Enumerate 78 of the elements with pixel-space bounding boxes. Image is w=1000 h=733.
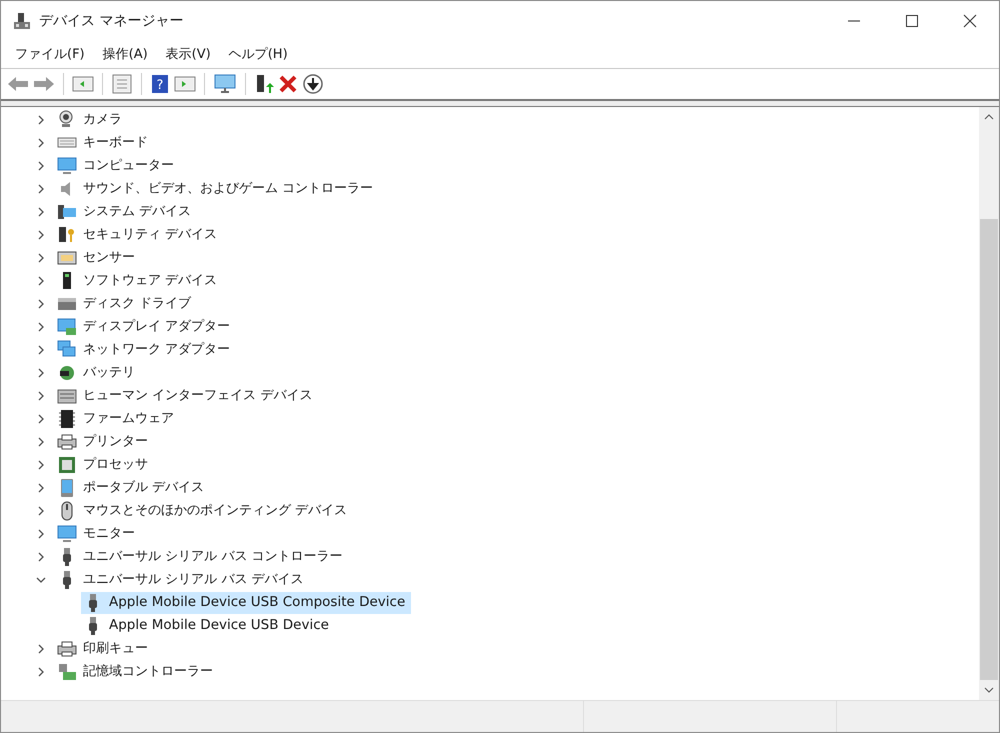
expand-chevron-icon[interactable] <box>36 482 46 492</box>
tree-item[interactable]: ソフトウェア デバイス <box>83 270 218 290</box>
tree-item[interactable]: マウスとそのほかのポインティング デバイス <box>83 500 348 520</box>
expand-chevron-icon[interactable] <box>36 414 46 424</box>
expand-chevron-icon[interactable] <box>36 230 46 240</box>
monitor-icon <box>57 524 77 544</box>
expand-chevron-icon[interactable] <box>36 322 46 332</box>
panel-icon[interactable] <box>72 75 94 93</box>
expand-chevron-icon[interactable] <box>36 138 46 148</box>
add-driver-icon[interactable] <box>254 74 274 94</box>
tree-item[interactable]: ファームウェア <box>83 408 174 428</box>
expand-chevron-icon[interactable] <box>36 528 46 538</box>
tree-item[interactable]: センサー <box>83 248 135 268</box>
computer-icon <box>13 12 31 30</box>
expand-chevron-icon[interactable] <box>36 252 46 262</box>
tree-item[interactable]: サウンド、ビデオ、およびゲーム コントローラー <box>83 178 374 198</box>
menu-item[interactable]: 操作(A) <box>94 42 156 66</box>
printer-icon <box>57 432 77 452</box>
maximize-icon <box>905 14 919 28</box>
display-adapter-icon <box>57 316 77 336</box>
help-icon[interactable]: ? <box>150 74 170 94</box>
back-arrow-icon[interactable] <box>7 75 29 93</box>
expand-chevron-icon[interactable] <box>36 276 46 286</box>
expand-chevron-icon[interactable] <box>36 666 46 676</box>
tree-item[interactable]: システム デバイス <box>83 202 192 222</box>
expand-chevron-icon[interactable] <box>36 344 46 354</box>
chip-icon <box>57 408 77 428</box>
processor-icon <box>57 454 77 474</box>
tree-item[interactable]: ポータブル デバイス <box>83 478 204 498</box>
expand-chevron-icon[interactable] <box>36 368 46 378</box>
delete-icon[interactable] <box>278 74 298 94</box>
tree-item[interactable]: バッテリ <box>83 362 135 382</box>
tree-item[interactable]: モニター <box>83 524 135 544</box>
tree-item[interactable]: プロセッサ <box>83 454 148 474</box>
selected-tree-item[interactable]: Apple Mobile Device USB Composite Device <box>81 592 412 614</box>
minimize-icon <box>848 20 860 22</box>
printer-icon <box>57 638 77 658</box>
panel-icon[interactable] <box>174 75 196 93</box>
expand-chevron-icon[interactable] <box>36 390 46 400</box>
expand-chevron-icon[interactable] <box>36 436 46 446</box>
tree-item[interactable]: 記憶域コントローラー <box>83 662 213 682</box>
scrollbar[interactable] <box>979 107 999 700</box>
expand-chevron-icon[interactable] <box>36 506 46 516</box>
tree-item[interactable]: 印刷キュー <box>83 638 148 658</box>
tree-item[interactable]: セキュリティ デバイス <box>83 224 218 244</box>
tree-item[interactable]: ネットワーク アダプター <box>83 340 230 360</box>
expand-chevron-icon[interactable] <box>36 298 46 308</box>
tree-item[interactable]: キーボード <box>83 132 148 152</box>
tree-item[interactable]: ディスク ドライブ <box>83 294 192 314</box>
storage-controller-icon <box>57 662 77 682</box>
window-title: デバイス マネージャー <box>39 12 184 30</box>
tree-item[interactable]: プリンター <box>83 432 148 452</box>
expand-chevron-icon[interactable] <box>36 114 46 124</box>
tree-item[interactable]: ディスプレイ アダプター <box>83 316 230 336</box>
expand-chevron-icon[interactable] <box>36 552 46 562</box>
expand-chevron-icon[interactable] <box>36 460 46 470</box>
expand-chevron-icon[interactable] <box>36 160 46 170</box>
tree-item[interactable]: ヒューマン インターフェイス デバイス <box>83 386 312 406</box>
menu-item[interactable]: 表示(V) <box>158 42 219 66</box>
monitor-icon <box>57 156 77 176</box>
tree-item[interactable]: カメラ <box>83 110 122 130</box>
forward-arrow-icon[interactable] <box>33 75 55 93</box>
menu-item[interactable]: ヘルプ(H) <box>220 42 296 66</box>
menu-item[interactable]: ファイル(F) <box>7 42 93 66</box>
expand-chevron-icon[interactable] <box>36 206 46 216</box>
tree-item[interactable]: Apple Mobile Device USB Device <box>81 614 335 636</box>
close-icon <box>963 14 977 28</box>
properties-icon[interactable] <box>111 74 133 94</box>
monitor-icon[interactable] <box>213 74 237 94</box>
tree-item[interactable]: コンピューター <box>83 156 174 176</box>
tree-item[interactable]: ユニバーサル シリアル バス デバイス <box>83 570 304 590</box>
expand-chevron-icon[interactable] <box>36 184 46 194</box>
download-icon[interactable] <box>302 73 324 95</box>
key-lock-icon <box>57 224 77 244</box>
collapse-chevron-icon[interactable] <box>36 574 46 584</box>
network-icon <box>57 340 77 360</box>
expand-chevron-icon[interactable] <box>36 644 46 654</box>
tree-item[interactable]: ユニバーサル シリアル バス コントローラー <box>83 546 342 566</box>
